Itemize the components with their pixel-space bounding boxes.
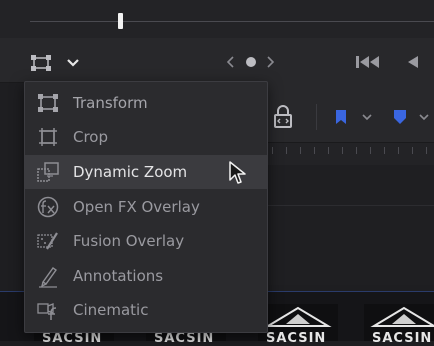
jump-to-start-icon[interactable]: [354, 53, 384, 71]
annotations-icon: [39, 267, 57, 288]
menu-item-cinematic[interactable]: Cinematic: [25, 293, 267, 327]
previous-keyframe-icon[interactable]: [225, 55, 237, 69]
viewer-scrubber: [0, 0, 434, 38]
menu-item-transform[interactable]: Transform: [25, 86, 267, 120]
menu-item-open-fx-overlay[interactable]: Open FX Overlay: [25, 190, 267, 224]
thumbnail-label: SACSIN: [372, 331, 433, 346]
menu-item-label: Open FX Overlay: [73, 198, 200, 216]
transform-icon: [38, 94, 58, 112]
menu-item-fusion-overlay[interactable]: Fusion Overlay: [25, 224, 267, 258]
cinematic-icon: [37, 303, 57, 320]
keyframe-dot-icon[interactable]: [244, 55, 258, 69]
menu-item-label: Annotations: [73, 267, 164, 285]
menu-item-label: Dynamic Zoom: [73, 163, 188, 181]
thumbnail-label: SACSIN: [266, 331, 327, 346]
scrubber-track[interactable]: [30, 21, 434, 22]
menu-item-label: Crop: [73, 128, 109, 146]
crop-icon: [39, 128, 57, 146]
menu-item-label: Transform: [73, 94, 148, 112]
play-reverse-icon[interactable]: [404, 53, 422, 71]
thumbnail-label: SACSIN: [42, 331, 103, 346]
timeline-track-area: [266, 165, 434, 285]
lock-icon[interactable]: [272, 104, 294, 130]
toolbar-divider: [316, 104, 317, 130]
timeline-ruler[interactable]: [266, 143, 434, 165]
next-keyframe-icon[interactable]: [264, 55, 276, 69]
clip-thumbnail[interactable]: SACSIN: [364, 304, 434, 346]
menu-item-annotations[interactable]: Annotations: [25, 259, 267, 293]
flag-marker-icon[interactable]: [334, 108, 348, 126]
shield-marker-icon[interactable]: [392, 108, 408, 126]
playhead-handle[interactable]: [118, 13, 123, 29]
menu-item-label: Fusion Overlay: [73, 232, 185, 250]
open-fx-icon: [37, 196, 59, 218]
track-divider: [266, 205, 434, 206]
mouse-cursor-icon: [229, 161, 246, 184]
viewer-overlay-menu: Transform Crop Dynamic Zoom Open FX Over…: [24, 81, 268, 333]
fusion-overlay-icon: [37, 232, 58, 250]
menu-item-label: Cinematic: [73, 301, 149, 319]
chevron-down-icon[interactable]: [418, 113, 430, 122]
menu-item-crop[interactable]: Crop: [25, 120, 267, 154]
dynamic-zoom-icon: [37, 162, 59, 182]
transform-mode-icon[interactable]: [30, 53, 52, 73]
chevron-down-icon[interactable]: [66, 58, 80, 68]
clip-thumbnail[interactable]: SACSIN: [258, 304, 338, 346]
thumbnail-label: SACSIN: [154, 331, 215, 346]
chevron-down-icon[interactable]: [361, 113, 373, 122]
